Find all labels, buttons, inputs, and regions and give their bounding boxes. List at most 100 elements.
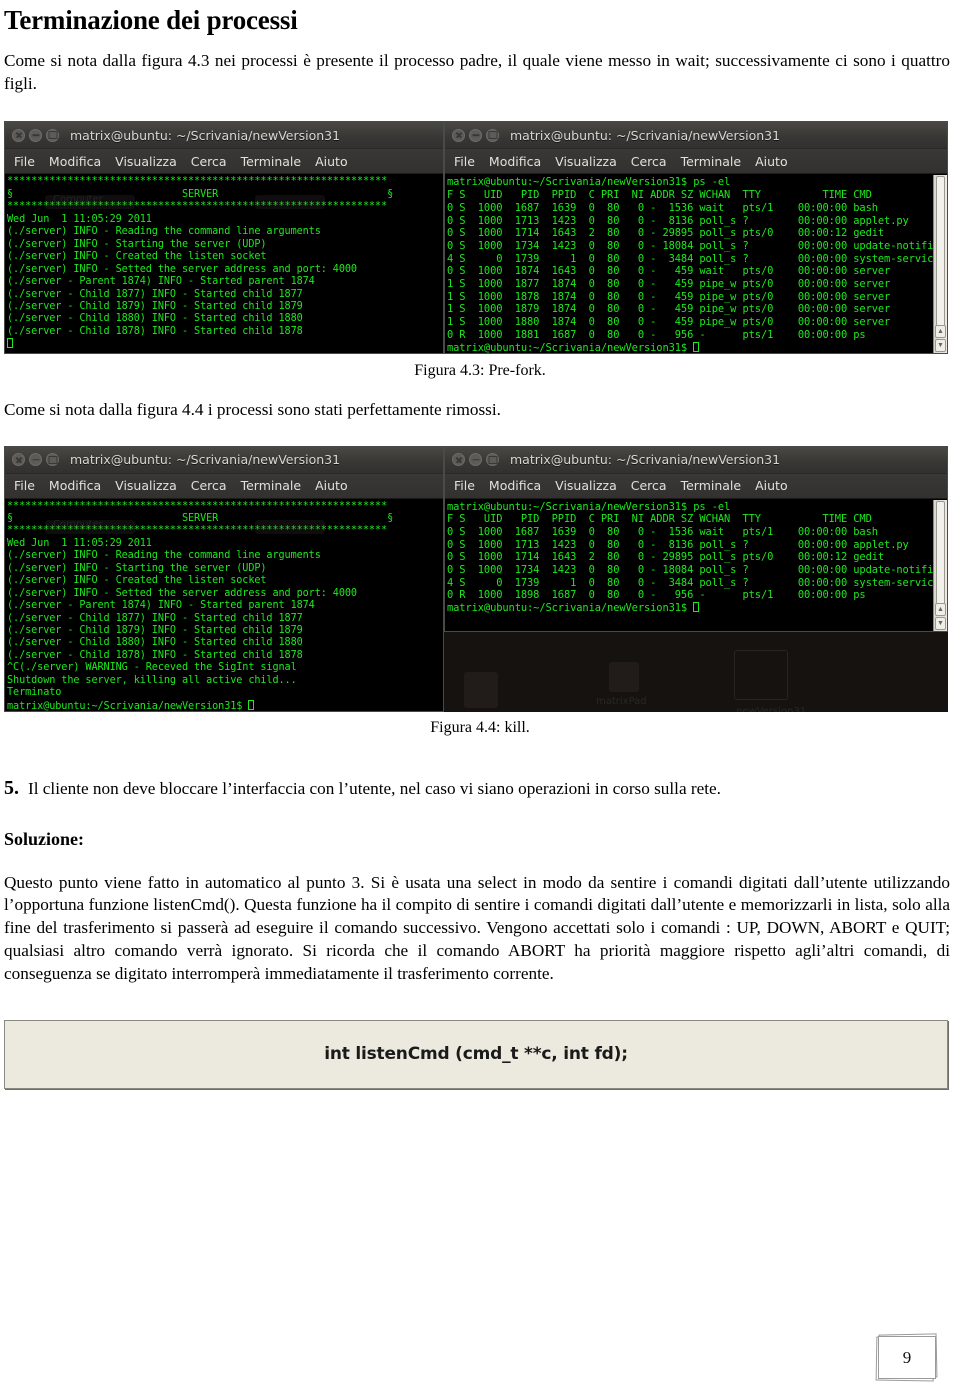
maximize-icon[interactable] xyxy=(486,128,499,142)
terminal-window-ps-output[interactable]: matrix@ubuntu: ~/Scrivania/newVersion31 … xyxy=(444,121,948,355)
minimize-icon[interactable] xyxy=(469,128,482,142)
desktop-icon-label-matrixpad: matrixPad xyxy=(596,695,647,707)
shell-prompt: matrix@ubuntu:~/Scrivania/newVersion31$ xyxy=(7,700,249,711)
scroll-up-arrow-icon[interactable]: ▲ xyxy=(935,325,946,339)
minimize-icon[interactable] xyxy=(29,453,42,466)
menu-item-aiuto[interactable]: Aiuto xyxy=(755,478,788,493)
terminal-output: ****************************************… xyxy=(7,176,394,337)
ps-command-line: matrix@ubuntu:~/Scrivania/newVersion31$ … xyxy=(447,500,731,513)
ps-table-row: 0 S 1000 1687 1639 0 80 0 - 1536 wait pt… xyxy=(447,525,878,538)
close-icon[interactable] xyxy=(452,453,465,466)
text-cursor xyxy=(693,602,700,613)
menu-item-file[interactable]: File xyxy=(454,154,475,169)
menu-item-cerca[interactable]: Cerca xyxy=(191,154,227,169)
menu-item-cerca[interactable]: Cerca xyxy=(191,478,227,493)
terminal-titlebar: matrix@ubuntu: ~/Scrivania/newVersion31 xyxy=(445,446,947,474)
close-icon[interactable] xyxy=(452,128,465,142)
terminal-window-ps-output[interactable]: matrix@ubuntu: ~/Scrivania/newVersion31 … xyxy=(444,445,948,632)
menu-item-visualizza[interactable]: Visualizza xyxy=(115,154,177,169)
window-controls[interactable] xyxy=(12,453,59,466)
menu-item-terminale[interactable]: Terminale xyxy=(681,154,742,169)
ps-table-row: 0 R 1000 1881 1687 0 80 0 - 956 - pts/1 … xyxy=(447,328,866,341)
menu-item-visualizza[interactable]: Visualizza xyxy=(115,478,177,493)
scrollbar-thumb[interactable] xyxy=(936,176,945,329)
desktop-icon-label-newversion: newVersion31 xyxy=(736,705,807,712)
ps-table-row: 0 S 1000 1714 1643 2 80 0 - 29895 poll_s… xyxy=(447,551,885,564)
terminal-window-server-log[interactable]: matrix@ubuntu: ~/Scrivania/newVersion31 … xyxy=(4,121,444,355)
menu-item-modifica[interactable]: Modifica xyxy=(49,478,101,493)
window-controls[interactable] xyxy=(12,128,59,142)
scrollbar-thumb[interactable] xyxy=(936,500,945,606)
shell-prompt: matrix@ubuntu:~/Scrivania/newVersion31$ xyxy=(447,341,694,354)
minimize-icon[interactable] xyxy=(469,453,482,466)
ps-table-row: 0 S 1000 1714 1643 2 80 0 - 29895 poll_s… xyxy=(447,227,885,240)
solution-paragraph: Questo punto viene fatto in automatico a… xyxy=(4,872,950,984)
menu-item-aiuto[interactable]: Aiuto xyxy=(315,154,348,169)
terminal-output: ****************************************… xyxy=(7,500,394,699)
menu-item-cerca[interactable]: Cerca xyxy=(631,154,667,169)
menu-item-file[interactable]: File xyxy=(454,478,475,493)
menu-item-cerca[interactable]: Cerca xyxy=(631,478,667,493)
terminal-screen[interactable]: matrix@ubuntu:~/Scrivania/newVersion31$ … xyxy=(445,499,947,631)
intro-paragraph: Come si nota dalla figura 4.3 nei proces… xyxy=(4,50,950,93)
terminal-screen[interactable]: matrix@ubuntu:~/Scrivania/newVersion31$ … xyxy=(445,175,947,354)
terminal-window-server-log[interactable]: matrix@ubuntu: ~/Scrivania/newVersion31 … xyxy=(4,445,444,712)
maximize-icon[interactable] xyxy=(46,128,59,142)
menu-item-terminale[interactable]: Terminale xyxy=(241,478,302,493)
ps-table-row: 0 S 1000 1734 1423 0 80 0 - 18084 poll_s… xyxy=(447,564,940,577)
menu-item-modifica[interactable]: Modifica xyxy=(49,154,101,169)
terminal-menubar[interactable]: File Modifica Visualizza Cerca Terminale… xyxy=(5,473,443,499)
scroll-up-arrow-icon[interactable]: ▲ xyxy=(935,602,946,616)
menu-item-terminale[interactable]: Terminale xyxy=(681,478,742,493)
figure-4-4-caption: Figura 4.4: kill. xyxy=(430,718,530,736)
terminal-scrollbar[interactable]: ▲ ▼ xyxy=(933,499,947,631)
list-item-5: 5. Il cliente non deve bloccare l’interf… xyxy=(0,777,960,801)
ps-table-row: 0 R 1000 1898 1687 0 80 0 - 956 - pts/1 … xyxy=(447,589,866,602)
close-icon[interactable] xyxy=(12,453,25,466)
menu-item-file[interactable]: File xyxy=(14,478,35,493)
terminal-prompt-line: matrix@ubuntu:~/Scrivania/newVersion31$ xyxy=(7,699,443,711)
window-title: matrix@ubuntu: ~/Scrivania/newVersion31 xyxy=(510,127,781,143)
between-figures-paragraph: Come si nota dalla figura 4.4 i processi… xyxy=(4,399,501,419)
menu-item-modifica[interactable]: Modifica xyxy=(489,478,541,493)
close-icon[interactable] xyxy=(12,128,25,142)
ps-table-row: 4 S 0 1739 1 0 80 0 - 3484 poll_s ? 00:0… xyxy=(447,576,940,589)
list-item-number: 5. xyxy=(4,776,19,799)
terminal-screen[interactable]: Computer *******************************… xyxy=(5,499,443,711)
list-item-text: Il cliente non deve bloccare l’interfacc… xyxy=(28,778,721,798)
maximize-icon[interactable] xyxy=(486,453,499,466)
page-number: 9 xyxy=(902,1347,912,1367)
maximize-icon[interactable] xyxy=(46,453,59,466)
solution-heading: Soluzione: xyxy=(4,828,85,849)
menu-item-visualizza[interactable]: Visualizza xyxy=(555,478,617,493)
terminal-scrollbar[interactable]: ▲ ▼ xyxy=(933,175,947,354)
terminal-menubar[interactable]: File Modifica Visualizza Cerca Terminale… xyxy=(445,473,947,499)
ps-table-header: F S UID PID PPID C PRI NI ADDR SZ WCHAN … xyxy=(447,513,872,526)
terminal-screen[interactable]: Computer *******************************… xyxy=(5,175,443,354)
text-cursor xyxy=(248,699,255,710)
window-title: matrix@ubuntu: ~/Scrivania/newVersion31 xyxy=(70,127,341,143)
ps-prompt-line: matrix@ubuntu:~/Scrivania/newVersion31$ xyxy=(447,341,947,354)
ps-command-line: matrix@ubuntu:~/Scrivania/newVersion31$ … xyxy=(447,176,731,189)
scroll-down-arrow-icon[interactable]: ▼ xyxy=(935,339,946,353)
window-title: matrix@ubuntu: ~/Scrivania/newVersion31 xyxy=(510,452,781,467)
window-controls[interactable] xyxy=(452,453,499,466)
ps-table-row: 1 S 1000 1877 1874 0 80 0 - 459 pipe_w p… xyxy=(447,278,891,291)
figure-4-3-image: matrix@ubuntu: ~/Scrivania/newVersion31 … xyxy=(4,121,948,355)
menu-item-visualizza[interactable]: Visualizza xyxy=(555,154,617,169)
menu-item-terminale[interactable]: Terminale xyxy=(241,154,302,169)
minimize-icon[interactable] xyxy=(29,128,42,142)
terminal-menubar[interactable]: File Modifica Visualizza Cerca Terminale… xyxy=(5,149,443,175)
code-signature-box: int listenCmd (cmd_t **c, int fd); xyxy=(4,1019,948,1089)
menu-item-file[interactable]: File xyxy=(14,154,35,169)
scroll-down-arrow-icon[interactable]: ▼ xyxy=(935,616,946,630)
ps-table-row: 1 S 1000 1880 1874 0 80 0 - 459 pipe_w p… xyxy=(447,316,891,329)
menu-item-aiuto[interactable]: Aiuto xyxy=(315,478,348,493)
terminal-menubar[interactable]: File Modifica Visualizza Cerca Terminale… xyxy=(445,149,947,175)
terminal-cursor-line xyxy=(7,338,443,351)
menu-item-modifica[interactable]: Modifica xyxy=(489,154,541,169)
window-controls[interactable] xyxy=(452,128,499,142)
terminal-titlebar: matrix@ubuntu: ~/Scrivania/newVersion31 xyxy=(5,446,443,474)
page-number-badge: 9 xyxy=(875,1333,938,1382)
menu-item-aiuto[interactable]: Aiuto xyxy=(755,154,788,169)
